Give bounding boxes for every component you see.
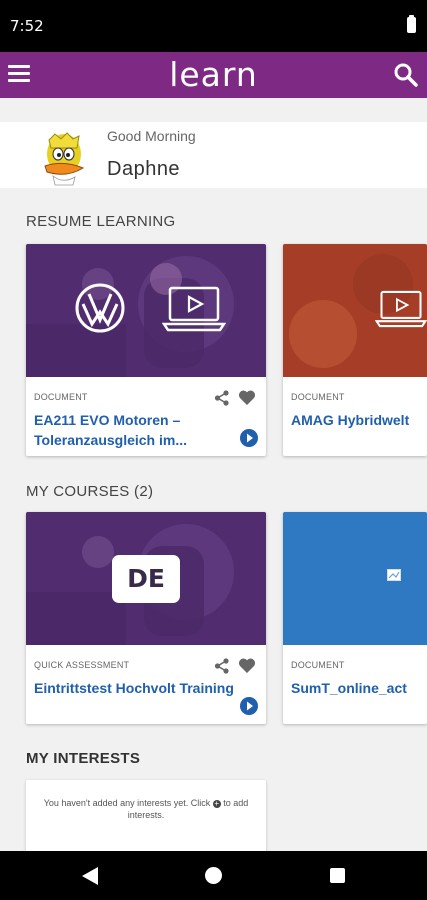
heart-icon[interactable] <box>238 389 256 406</box>
share-icon[interactable] <box>214 390 230 406</box>
interests-empty-message: You haven't added any interests yet. Cli… <box>38 797 254 821</box>
card-thumbnail <box>26 244 266 377</box>
heart-icon[interactable] <box>238 657 256 674</box>
interests-empty-text-start: You haven't added any interests yet. Cli… <box>43 798 211 808</box>
card-title[interactable]: EA211 EVO Motoren – Toleranzausgleich im… <box>34 410 234 450</box>
my-interests-heading: MY INTERESTS <box>26 750 141 767</box>
avatar[interactable] <box>37 130 89 186</box>
broken-image-icon <box>387 568 401 586</box>
card-type: DOCUMENT <box>291 392 345 402</box>
course-card-hochvolt[interactable]: DE QUICK ASSESSMENT Eintrittstest Hochvo… <box>26 512 266 724</box>
vw-logo <box>74 282 126 339</box>
status-bar: 7:52 <box>0 0 427 52</box>
card-title[interactable]: SumT_online_act <box>291 678 427 698</box>
search-icon[interactable] <box>393 62 419 88</box>
play-icon[interactable] <box>239 696 259 716</box>
card-title[interactable]: AMAG Hybridwelt <box>291 410 427 430</box>
app-bar: learn <box>0 52 427 98</box>
laptop-play-icon <box>161 286 227 337</box>
card-type: DOCUMENT <box>34 392 88 402</box>
course-card-sumt[interactable]: DOCUMENT SumT_online_act <box>283 512 427 724</box>
resume-card-ea211[interactable]: DOCUMENT EA211 EVO Motoren – Toleranzaus… <box>26 244 266 456</box>
greeting-panel: Good Morning Daphne <box>0 122 427 188</box>
home-icon[interactable] <box>205 867 222 884</box>
share-icon[interactable] <box>214 658 230 674</box>
card-thumbnail <box>283 512 427 645</box>
recent-apps-icon[interactable] <box>330 868 345 883</box>
app-title: learn <box>169 55 258 94</box>
card-type: QUICK ASSESSMENT <box>34 660 130 670</box>
status-time: 7:52 <box>10 17 44 35</box>
interests-empty-card: You haven't added any interests yet. Cli… <box>26 780 266 856</box>
my-courses-heading: MY COURSES (2) <box>26 483 154 500</box>
add-circle-icon[interactable]: + <box>212 800 221 808</box>
laptop-play-icon <box>374 286 427 337</box>
resume-learning-heading: RESUME LEARNING <box>26 213 176 230</box>
resume-card-amag[interactable]: DOCUMENT AMAG Hybridwelt <box>283 244 427 456</box>
battery-icon <box>407 15 416 33</box>
language-badge: DE <box>112 555 180 603</box>
card-title[interactable]: Eintrittstest Hochvolt Training <box>34 678 234 698</box>
system-nav-bar <box>0 851 427 900</box>
greeting-label: Good Morning <box>107 128 196 144</box>
back-icon[interactable] <box>80 865 100 887</box>
user-name: Daphne <box>107 158 181 180</box>
play-icon[interactable] <box>239 428 259 448</box>
card-type: DOCUMENT <box>291 660 345 670</box>
